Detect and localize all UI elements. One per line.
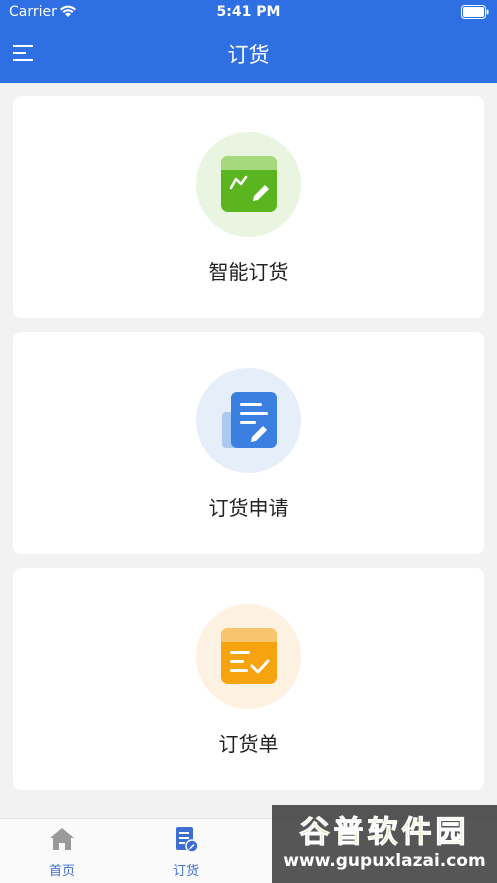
tab-order-label: 订货 [172,864,199,879]
watermark-url: www.gupuxlazai.com [283,851,486,871]
watermark-title: 谷普软件园 [299,815,470,851]
watermark-logo: 谷普软件园 www.gupuxlazai.com [272,805,497,883]
app-header: Carrier 5:41 PM 订货 [0,0,497,83]
tab-home-label: 首页 [48,864,75,879]
order-list-icon-circle [196,604,301,709]
order-request-icon [222,392,277,448]
battery-icon [461,5,489,19]
order-request-card[interactable]: 订货申请 [13,332,484,554]
order-doc-icon [176,827,199,853]
smart-order-label: 智能订货 [208,260,289,284]
tab-home[interactable]: 首页 [17,819,107,883]
home-icon [50,828,74,850]
order-list-card[interactable]: 订货单 [13,568,484,790]
smart-order-icon-circle [196,132,301,237]
status-time: 5:41 PM [216,4,281,20]
order-request-icon-circle [196,368,301,473]
order-request-label: 订货申请 [208,496,289,520]
status-bar: Carrier 5:41 PM [0,0,497,26]
order-list-label: 订货单 [218,732,279,756]
smart-order-icon [221,156,277,212]
order-list-icon [221,628,277,684]
smart-order-card[interactable]: 智能订货 [13,96,484,318]
page-title: 订货 [227,43,270,67]
tab-order[interactable]: 订货 [141,819,231,883]
